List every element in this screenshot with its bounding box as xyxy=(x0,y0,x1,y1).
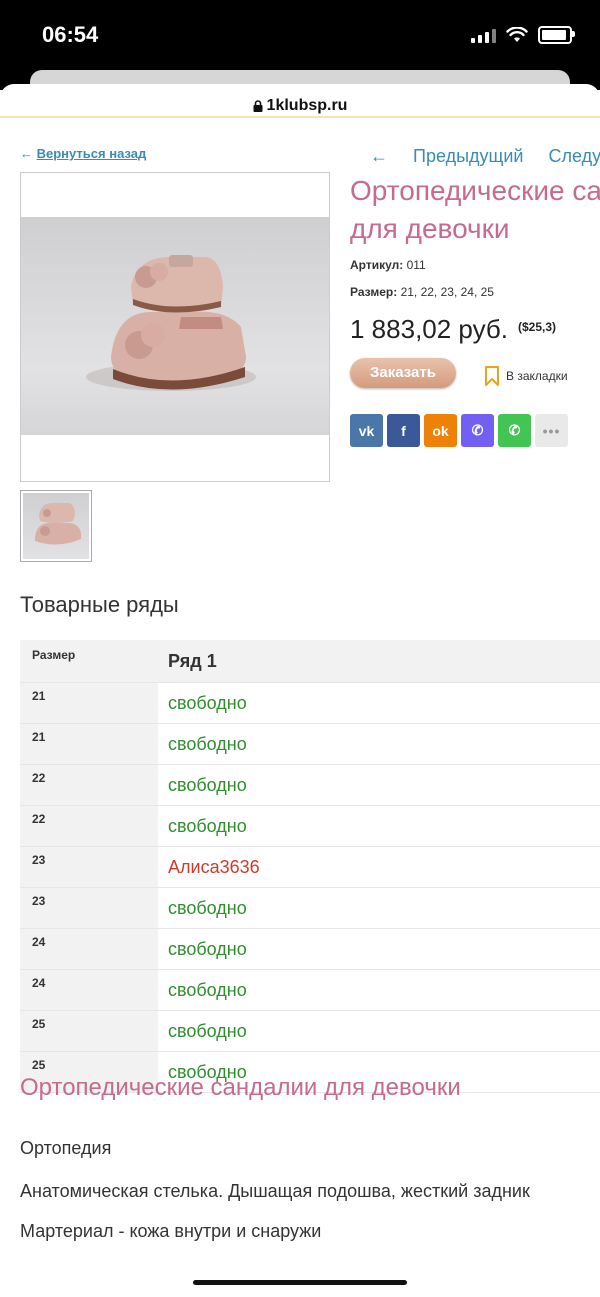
size-column-header: Размер xyxy=(20,640,158,683)
description-line: Мартериал - кожа внутри и снаружи xyxy=(20,1221,322,1241)
price-value: 1 883,02 руб. xyxy=(350,314,509,344)
odnoklassniki-icon[interactable]: ok xyxy=(424,414,457,447)
facebook-icon[interactable]: f xyxy=(387,414,420,447)
order-button[interactable]: Заказать xyxy=(350,358,456,388)
table-row: 21 свободно xyxy=(20,682,600,724)
wifi-icon xyxy=(506,27,528,42)
product-thumbnail[interactable] xyxy=(20,490,92,562)
row-status-free: свободно xyxy=(158,1010,600,1052)
table-row: 23 свободно xyxy=(20,887,600,929)
cellular-signal-icon xyxy=(471,27,496,43)
prev-arrow[interactable]: ← xyxy=(370,146,388,166)
bookmark-button[interactable]: В закладки xyxy=(484,366,568,386)
row-size: 24 xyxy=(20,928,158,970)
row-status-free: свободно xyxy=(158,887,600,929)
url-text: 1klubsp.ru xyxy=(266,97,348,114)
prev-link[interactable]: Предыдущий xyxy=(413,146,523,166)
back-link-label: Вернуться назад xyxy=(36,146,147,161)
row-status-free: свободно xyxy=(158,764,600,806)
row-status-free: свободно xyxy=(158,805,600,847)
bookmark-icon xyxy=(485,366,499,386)
table-row: 22 свободно xyxy=(20,805,600,847)
article-label: Артикул: xyxy=(350,258,404,272)
row-size: 25 xyxy=(20,1010,158,1052)
row-status-taken: Алиса3636 xyxy=(158,846,600,888)
rows-table: Размер Ряд 1 21 свободно 21 свободно 22 свобо… xyxy=(20,640,600,1093)
product-photo[interactable] xyxy=(20,172,330,482)
price-usd: ($25,3) xyxy=(518,320,557,334)
product-image xyxy=(21,217,329,435)
description-line: Ортопедия xyxy=(20,1138,112,1158)
next-link[interactable]: Следующий xyxy=(548,146,600,166)
table-row: 22 свободно xyxy=(20,764,600,806)
status-icons xyxy=(471,26,575,44)
browser-sheet: 1klubsp.ru ← Вернуться назад ← Предыдущи… xyxy=(0,84,600,1297)
whatsapp-icon[interactable]: ✆ xyxy=(498,414,531,447)
row-size: 24 xyxy=(20,969,158,1011)
size-row: Размер: 21, 22, 23, 24, 25 xyxy=(350,285,494,299)
sandals-image xyxy=(86,255,256,391)
row-size: 21 xyxy=(20,682,158,724)
table-row: 24 свободно xyxy=(20,969,600,1011)
row-size: 23 xyxy=(20,846,158,888)
product-title: Ортопедические сандалии для девочки xyxy=(350,172,600,248)
pager: ← Предыдущий Следующий xyxy=(370,146,600,167)
row-status-free: свободно xyxy=(158,969,600,1011)
product-title-line1: Ортопедические сандалии xyxy=(350,175,600,206)
viber-icon[interactable]: ✆ xyxy=(461,414,494,447)
table-row: 24 свободно xyxy=(20,928,600,970)
rows-table-body: 21 свободно 21 свободно 22 свободно 22 свободно… xyxy=(20,682,600,1093)
row-status-free: свободно xyxy=(158,723,600,765)
url-bar[interactable]: 1klubsp.ru xyxy=(0,84,600,124)
vk-icon[interactable]: vk xyxy=(350,414,383,447)
article-value: 011 xyxy=(406,258,426,272)
row-size: 22 xyxy=(20,764,158,806)
table-row: 23 Алиса3636 xyxy=(20,846,600,888)
table-row: 25 свободно xyxy=(20,1010,600,1052)
description-line: Анатомическая стелька. Дышащая подошва, … xyxy=(20,1181,530,1201)
row-size: 22 xyxy=(20,805,158,847)
size-value: 21, 22, 23, 24, 25 xyxy=(400,285,494,299)
product-title-line2: для девочки xyxy=(350,213,510,244)
row-size: 21 xyxy=(20,723,158,765)
back-arrow: ← xyxy=(20,146,33,161)
battery-icon xyxy=(538,26,575,44)
size-label: Размер: xyxy=(350,285,398,299)
progress-line xyxy=(0,116,600,118)
more-icon[interactable]: ••• xyxy=(535,414,568,447)
row-status-free: свободно xyxy=(158,928,600,970)
share-buttons: vk f ok ✆ ✆ ••• xyxy=(350,414,568,447)
description-title: Ортопедические сандалии для девочки xyxy=(20,1074,461,1101)
row-status-free: свободно xyxy=(158,682,600,724)
status-time: 06:54 xyxy=(42,22,99,47)
home-indicator xyxy=(193,1280,407,1285)
row-size: 23 xyxy=(20,887,158,929)
article-row: Артикул: 011 xyxy=(350,258,426,272)
rows-section-title: Товарные ряды xyxy=(20,592,179,617)
table-header-row: Размер Ряд 1 xyxy=(20,640,600,683)
thumbnail-image xyxy=(23,493,89,559)
table-row: 21 свободно xyxy=(20,723,600,765)
lock-icon xyxy=(253,99,263,112)
back-link[interactable]: ← Вернуться назад xyxy=(20,146,146,161)
price: 1 883,02 руб. ($25,3) xyxy=(350,314,556,345)
row-column-header: Ряд 1 xyxy=(158,640,600,683)
bookmark-label: В закладки xyxy=(506,369,568,383)
